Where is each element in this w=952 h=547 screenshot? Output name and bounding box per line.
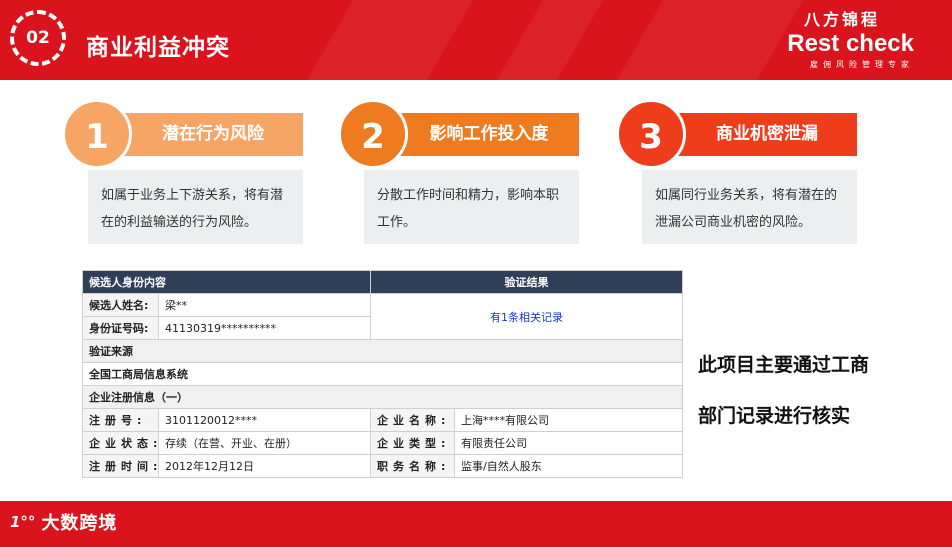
side-note-line-1: 此项目主要通过工商 — [698, 354, 870, 376]
candidate-name-value: 梁** — [158, 293, 371, 317]
section-number: 02 — [26, 28, 50, 48]
header-verification-result: 验证结果 — [370, 270, 683, 294]
verification-result-link[interactable]: 有1条相关记录 — [370, 293, 683, 340]
company-status-value: 存续（在营、开业、在册） — [158, 431, 371, 455]
source-value: 全国工商局信息系统 — [82, 362, 683, 386]
footer-band: 1°° 大数跨境 — [0, 501, 952, 547]
company-type-label: 企业类型: — [370, 431, 455, 455]
table-row: 验证来源 — [82, 339, 683, 363]
card-number-circle: 1 — [62, 99, 132, 169]
risk-card-2: 影响工作投入度 2 分散工作时间和精力，影响本职工作。 — [338, 99, 579, 244]
reg-number-label: 注册号: — [82, 408, 159, 432]
company-type-value: 有限责任公司 — [454, 431, 683, 455]
side-note-line-2: 部门记录进行核实 — [698, 405, 851, 427]
table-row: 企业状态: 存续（在营、开业、在册） 企业类型: 有限责任公司 — [82, 431, 683, 455]
position-value: 监事/自然人股东 — [454, 454, 683, 478]
id-number-label: 身份证号码: — [82, 316, 159, 340]
registration-section-label: 企业注册信息（一） — [82, 385, 683, 409]
company-name-value: 上海****有限公司 — [454, 408, 683, 432]
company-name-label: 企业名称: — [370, 408, 455, 432]
table-row: 注册时间: 2012年12月12日 职务名称: 监事/自然人股东 — [82, 454, 683, 478]
reg-date-label: 注册时间: — [82, 454, 159, 478]
footer-logo: 1°° 大数跨境 — [10, 509, 117, 535]
footer-logo-mark: 1°° — [10, 513, 36, 531]
section-number-badge: 02 — [10, 10, 66, 66]
card-text: 分散工作时间和精力，影响本职工作。 — [364, 170, 579, 244]
company-status-label: 企业状态: — [82, 431, 159, 455]
source-label: 验证来源 — [82, 339, 683, 363]
risk-card-1: 潜在行为风险 1 如属于业务上下游关系，将有潜在的利益输送的行为风险。 — [62, 99, 303, 244]
verification-table: 候选人身份内容 验证结果 候选人姓名: 梁** 有1条相关记录 身份证号码: 4… — [82, 270, 683, 478]
brand-name-en: Rest check — [787, 30, 914, 57]
header-band: 02 商业利益冲突 八方锦程 Rest check 雇佣风险管理专家 — [0, 0, 952, 80]
side-note: 此项目主要通过工商 部门记录进行核实 — [698, 340, 938, 442]
card-text: 如属同行业务关系，将有潜在的泄漏公司商业机密的风险。 — [642, 170, 857, 244]
candidate-name-label: 候选人姓名: — [82, 293, 159, 317]
table-row: 注册号: 3101120012**** 企业名称: 上海****有限公司 — [82, 408, 683, 432]
reg-date-value: 2012年12月12日 — [158, 454, 371, 478]
page-title: 商业利益冲突 — [86, 35, 230, 61]
header-candidate-info: 候选人身份内容 — [82, 270, 371, 294]
reg-number-value: 3101120012**** — [158, 408, 371, 432]
position-label: 职务名称: — [370, 454, 455, 478]
table-row: 企业注册信息（一） — [82, 385, 683, 409]
id-number-value: 41130319********** — [158, 316, 371, 340]
footer-logo-text: 大数跨境 — [41, 513, 118, 534]
card-number-circle: 3 — [616, 99, 686, 169]
table-row: 全国工商局信息系统 — [82, 362, 683, 386]
table-row: 候选人姓名: 梁** 有1条相关记录 — [82, 293, 683, 340]
table-header-row: 候选人身份内容 验证结果 — [82, 270, 683, 294]
risk-card-3: 商业机密泄漏 3 如属同行业务关系，将有潜在的泄漏公司商业机密的风险。 — [616, 99, 857, 244]
brand-tagline: 雇佣风险管理专家 — [810, 60, 914, 69]
card-number-circle: 2 — [338, 99, 408, 169]
card-title: 潜在行为风险 — [162, 124, 264, 144]
brand-name-cn: 八方锦程 — [803, 10, 880, 29]
card-title: 影响工作投入度 — [429, 124, 549, 144]
card-text: 如属于业务上下游关系，将有潜在的利益输送的行为风险。 — [88, 170, 303, 244]
card-title: 商业机密泄漏 — [716, 124, 818, 144]
brand-logo: 八方锦程 Rest check 雇佣风险管理专家 — [787, 6, 914, 70]
